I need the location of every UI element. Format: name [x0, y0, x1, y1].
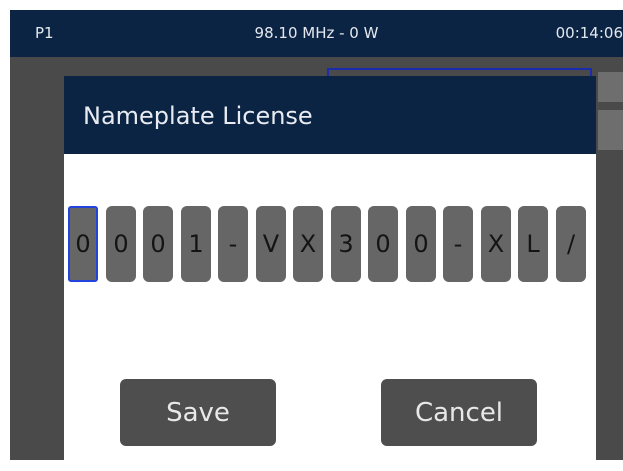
device-screen: P1 98.10 MHz - 0 W 00:14:06 Nameplate Li…	[10, 10, 623, 460]
license-char-cell[interactable]: 3	[331, 206, 361, 282]
license-char-cell[interactable]: -	[218, 206, 248, 282]
clock: 00:14:06	[555, 24, 623, 42]
license-char-cell[interactable]: 0	[68, 206, 98, 282]
license-char-cell[interactable]: L	[518, 206, 548, 282]
dialog-header: Nameplate License	[64, 76, 596, 154]
license-char-cell[interactable]: X	[293, 206, 323, 282]
license-char-cell[interactable]: 0	[106, 206, 136, 282]
license-char-cell[interactable]: -	[443, 206, 473, 282]
license-char-cell[interactable]: 0	[143, 206, 173, 282]
license-char-cell[interactable]: /	[556, 206, 586, 282]
license-char-cell[interactable]: 1	[181, 206, 211, 282]
status-bar: P1 98.10 MHz - 0 W 00:14:06	[10, 10, 623, 57]
license-char-cell[interactable]: X	[481, 206, 511, 282]
license-char-cell[interactable]: 0	[406, 206, 436, 282]
license-dialog: Nameplate License 0 0 0 1- V X 3 0 0- X L / Save Ca…	[64, 76, 596, 460]
dialog-title: Nameplate License	[83, 102, 313, 130]
background-tab	[598, 72, 623, 102]
license-char-cell[interactable]: V	[256, 206, 286, 282]
save-button[interactable]: Save	[120, 379, 276, 446]
cancel-button[interactable]: Cancel	[381, 379, 537, 446]
background-tab	[598, 110, 623, 150]
frequency-power-readout: 98.10 MHz - 0 W	[254, 24, 379, 42]
license-char-cell[interactable]: 0	[368, 206, 398, 282]
